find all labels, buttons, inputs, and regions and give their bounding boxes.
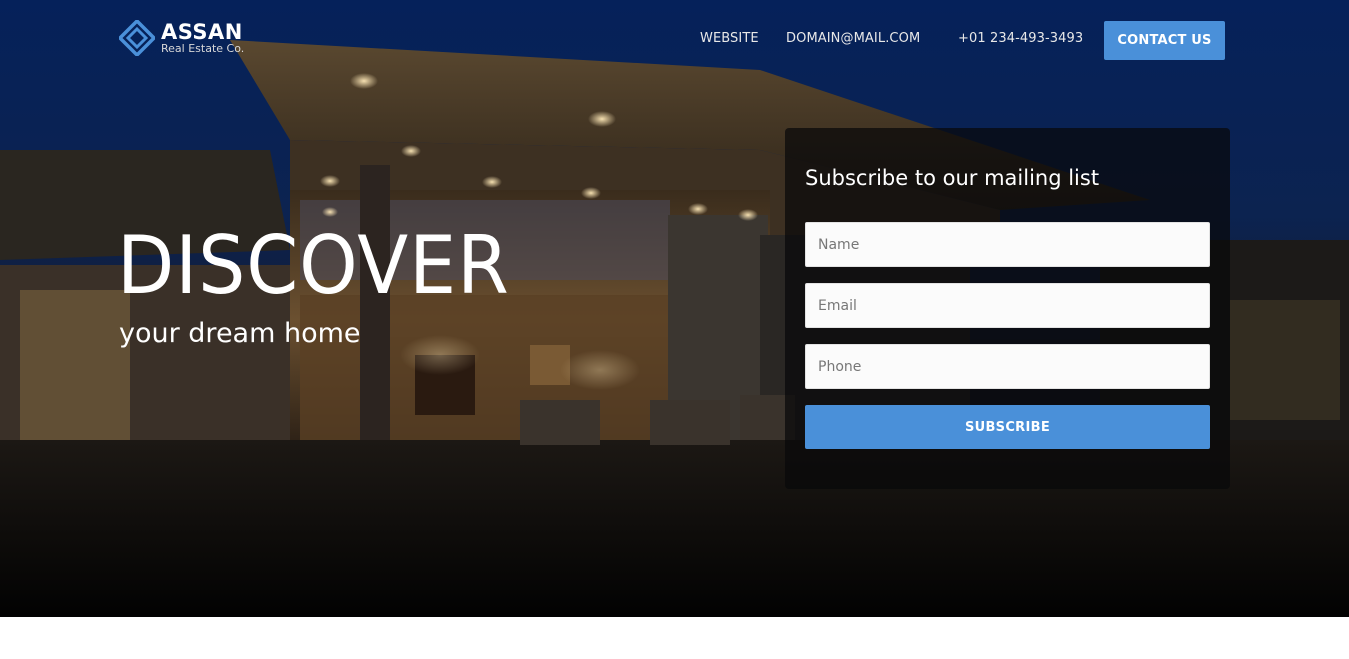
header-bar: ASSAN Real Estate Co. WEBSITE DOMAIN@MAI… xyxy=(0,0,1349,80)
diamond-logo-icon xyxy=(119,20,155,56)
hero-headline: DISCOVER xyxy=(117,219,510,312)
phone-input[interactable] xyxy=(805,344,1210,389)
name-input[interactable] xyxy=(805,222,1210,267)
hero-section: ASSAN Real Estate Co. WEBSITE DOMAIN@MAI… xyxy=(0,0,1349,617)
email-input[interactable] xyxy=(805,283,1210,328)
brand-tagline: Real Estate Co. xyxy=(161,42,245,55)
nav-website-link[interactable]: WEBSITE xyxy=(700,31,759,49)
hero-subheadline: your dream home xyxy=(119,318,361,349)
nav-phone-link[interactable]: +01 234-493-3493 xyxy=(958,31,1083,49)
form-title: Subscribe to our mailing list xyxy=(805,166,1100,190)
contact-us-button[interactable]: CONTACT US xyxy=(1104,21,1225,60)
subscribe-form: Subscribe to our mailing list SUBSCRIBE xyxy=(785,128,1230,489)
subscribe-button[interactable]: SUBSCRIBE xyxy=(805,405,1210,449)
nav-email-link[interactable]: DOMAIN@MAIL.COM xyxy=(786,31,920,49)
brand-name: ASSAN xyxy=(161,20,243,44)
brand-logo[interactable]: ASSAN Real Estate Co. xyxy=(119,20,259,60)
